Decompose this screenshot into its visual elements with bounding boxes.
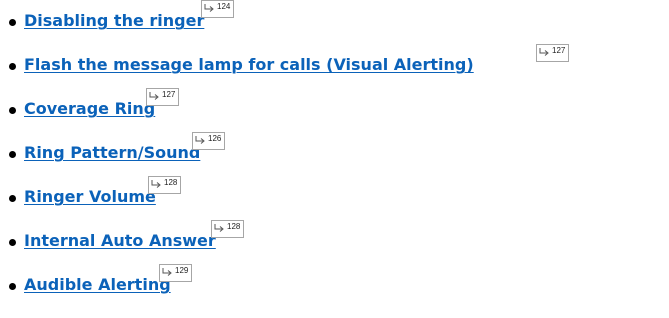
link-ringer-volume[interactable]: Ringer Volume: [24, 187, 156, 206]
bullet-dot-icon: [9, 63, 16, 70]
page-reference-arrow-icon: [162, 268, 172, 276]
bullet-dot-icon: [9, 107, 16, 114]
page-reference-arrow-icon: [539, 48, 549, 56]
link-internal-auto-answer[interactable]: Internal Auto Answer: [24, 231, 216, 250]
page-reference-129[interactable]: 129: [159, 264, 192, 282]
bullet-dot-icon: [9, 283, 16, 290]
bullet-dot-icon: [9, 19, 16, 26]
page-reference-128[interactable]: 128: [211, 220, 244, 238]
page-number: 129: [175, 266, 189, 275]
bullet-dot-icon: [9, 195, 16, 202]
link-coverage-ring[interactable]: Coverage Ring: [24, 99, 155, 118]
page-reference-arrow-icon: [214, 224, 224, 232]
link-flash-message-lamp[interactable]: Flash the message lamp for calls (Visual…: [24, 55, 474, 74]
page-number: 126: [208, 134, 222, 143]
page-number: 124: [217, 2, 231, 11]
link-audible-alerting[interactable]: Audible Alerting: [24, 275, 171, 294]
page-number: 127: [162, 90, 176, 99]
page-reference-127[interactable]: 127: [536, 44, 569, 62]
link-disabling-the-ringer[interactable]: Disabling the ringer: [24, 11, 204, 30]
page-number: 128: [227, 222, 241, 231]
page-reference-arrow-icon: [195, 136, 205, 144]
bullet-dot-icon: [9, 151, 16, 158]
page-reference-126[interactable]: 126: [192, 132, 225, 150]
page-reference-124[interactable]: 124: [201, 0, 234, 18]
page-reference-arrow-icon: [204, 4, 214, 12]
page-reference-arrow-icon: [149, 92, 159, 100]
page-number: 127: [552, 46, 566, 55]
bullet-dot-icon: [9, 239, 16, 246]
page-reference-arrow-icon: [151, 180, 161, 188]
page-reference-128[interactable]: 128: [148, 176, 181, 194]
page-reference-127[interactable]: 127: [146, 88, 179, 106]
page-number: 128: [164, 178, 178, 187]
link-ring-pattern-sound[interactable]: Ring Pattern/Sound: [24, 143, 200, 162]
